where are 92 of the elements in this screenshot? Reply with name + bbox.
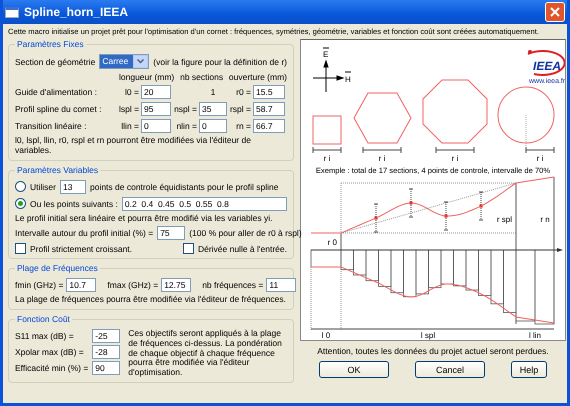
dimension-label: l 0 (322, 331, 330, 340)
square-section-drawing (312, 116, 342, 144)
field-label: nb fréquences = (202, 280, 264, 290)
dimension-arrow-icon (312, 146, 342, 154)
input-field[interactable]: 90 (92, 361, 120, 376)
radio-label: Utiliser (30, 182, 56, 192)
dialog-button[interactable]: OK (319, 361, 389, 378)
circle-section-drawing (498, 86, 554, 144)
radio-label: Ou les points suivants : (30, 198, 118, 209)
axis-label: H (345, 75, 351, 84)
dimension-arrow-icon (526, 146, 554, 154)
input-field[interactable]: 0 (141, 119, 171, 133)
input-field[interactable]: -25 (92, 329, 120, 344)
dimension-label: r i (536, 154, 544, 163)
field-label: fmax (GHz) = (107, 280, 158, 290)
geometry-dropdown[interactable]: Carree (99, 54, 150, 69)
input-field[interactable]: 15.5 (253, 85, 285, 99)
axes-drawing (312, 48, 352, 92)
octagon-section-drawing (422, 80, 488, 144)
dialog-button[interactable]: Help (511, 361, 547, 378)
input-field[interactable]: 75 (157, 226, 186, 240)
close-icon (550, 7, 560, 17)
field-label: lspl = (119, 104, 140, 114)
field-label: Efficacité min (%) = (15, 363, 88, 374)
field-label: llin = (120, 121, 140, 131)
input-field[interactable]: -28 (92, 345, 120, 360)
field-label: nspl = (173, 104, 198, 114)
hexagon-section-drawing (353, 92, 412, 144)
hint-text: (100 % pour aller de r0 à rspl) (189, 228, 302, 238)
field-label: S11 max (dB) = (15, 331, 75, 342)
radio-button[interactable] (15, 181, 26, 192)
field-label: rspl = (228, 104, 252, 114)
window-icon (5, 6, 19, 18)
row-label: Guide d'alimentation : (15, 87, 98, 97)
input-field[interactable]: 10.7 (66, 278, 96, 292)
input-field[interactable]: 20 (141, 85, 171, 99)
row-label: Transition linéaire : (15, 121, 88, 131)
dimension-arrow-icon (436, 146, 474, 154)
logo: IEEA (533, 59, 562, 73)
group-title: Paramètres Variables (15, 164, 100, 175)
axis-label: E (323, 50, 328, 59)
checkbox[interactable] (15, 243, 26, 254)
column-header: longueur (mm) (119, 72, 174, 82)
field-label: nlin = (175, 121, 198, 131)
input-field[interactable]: 11 (266, 278, 296, 292)
dimension-label: r i (452, 154, 458, 163)
dimension-label: r i (324, 154, 330, 163)
note-text: La plage de fréquences pourra être modifiée via l'éditeur de fréquences. (15, 295, 287, 306)
close-button[interactable] (545, 2, 565, 22)
value-text: 1 (210, 87, 216, 97)
field-label: Section de géométrie (15, 56, 96, 66)
checkbox-label: Dérivée nulle à l'entrée. (198, 244, 287, 254)
field-label: Intervalle autour du profil initial (%) = (15, 228, 154, 238)
field-label: rn = (235, 121, 252, 131)
warning-text: Attention, toutes les données du projet actuel seront perdues. (317, 346, 549, 356)
group-title: Paramètres Fixes (15, 39, 86, 49)
dimension-arrow-icon (362, 146, 402, 154)
checkbox[interactable] (182, 243, 194, 254)
dimension-label: r n (540, 215, 550, 224)
note-text: Ces objectifs seront appliqués à la plage de fréquences ci-dessus. La pondération de chaque objectif à chaque fréquence pourra être modifiée via l'éditeur d'optimisation. (128, 329, 283, 378)
dimension-label: r 0 (328, 238, 337, 247)
dialog-button[interactable]: Cancel (415, 361, 485, 378)
input-field[interactable]: 66.7 (253, 119, 285, 133)
input-field[interactable]: 13 (60, 180, 86, 194)
field-label: l0 = (124, 87, 140, 97)
note-text: l0, lspl, llin, r0, rspl et rn pourront être modifiées via l'éditeur de variables. (15, 136, 252, 156)
input-field[interactable]: 35 (199, 102, 227, 116)
dimension-label: r i (378, 154, 386, 163)
dimension-label: l spl (420, 331, 436, 340)
logo-swoosh-icon (528, 50, 565, 76)
group-title: Plage de Fréquences (15, 263, 100, 274)
input-field[interactable]: 0 (199, 119, 227, 133)
field-label: fmin (GHz) = (15, 280, 64, 290)
chevron-down-icon (137, 59, 144, 64)
field-label: r0 = (235, 87, 252, 97)
window-title: Spline_horn_IEEA (24, 5, 130, 19)
dimension-label: l lin (529, 331, 541, 340)
column-header: nb sections (179, 72, 224, 82)
group-title: Fonction Coût (15, 314, 72, 324)
hint-text: (voir la figure pour la définition de r) (153, 56, 287, 66)
checkbox-label: Profil strictement croissant. (30, 244, 132, 254)
note-text: Le profil initial sera linéaire et pourra être modifié via les variables yi. (15, 214, 274, 224)
dimension-label: r spl (496, 215, 512, 224)
option-text: points de controle équidistants pour le profil spline (90, 182, 279, 192)
input-field[interactable]: 12.75 (161, 278, 192, 292)
input-field[interactable]: 0.2 0.4 0.45 0.5 0.55 0.8 (122, 196, 287, 211)
input-field[interactable]: 95 (141, 102, 171, 116)
row-label: Profil spline du cornet : (15, 104, 102, 114)
input-field[interactable]: 58.7 (253, 102, 285, 116)
field-label: Xpolar max (dB) = (15, 347, 85, 358)
column-header: ouverture (mm) (228, 72, 287, 82)
radio-button[interactable] (15, 198, 26, 210)
